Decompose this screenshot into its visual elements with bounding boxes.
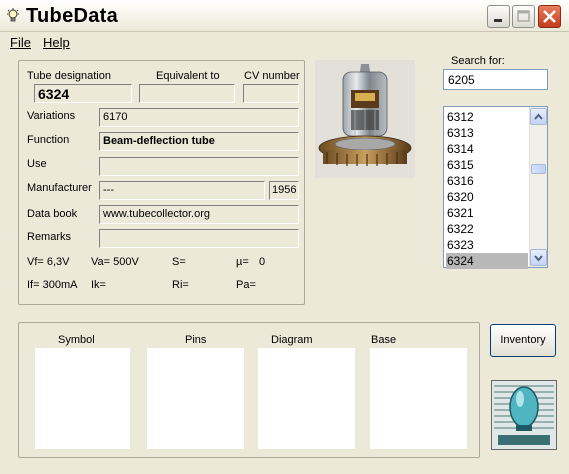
manufacturer-field[interactable]: ---	[99, 181, 265, 200]
equivalent-label: Equivalent to	[156, 70, 220, 82]
function-label: Function	[27, 134, 70, 146]
use-label: Use	[27, 158, 47, 170]
spec-mu-value: 0	[259, 256, 266, 268]
list-scrollbar[interactable]	[529, 107, 547, 267]
scroll-up-button[interactable]	[530, 108, 547, 125]
list-item[interactable]: 6315	[446, 157, 528, 173]
cv-label: CV number	[244, 70, 300, 82]
designation-field[interactable]: 6324	[34, 84, 132, 103]
spec-vf: Vf= 6,3V	[27, 256, 70, 268]
year-field[interactable]: 1956	[269, 181, 299, 200]
spec-if: If= 300mA	[27, 279, 78, 291]
diagram-panel	[258, 348, 355, 449]
close-icon	[543, 10, 556, 23]
list-item[interactable]: 6320	[446, 189, 528, 205]
spec-ik: Ik=	[91, 279, 106, 291]
databook-label: Data book	[27, 208, 78, 220]
scroll-down-button[interactable]	[530, 249, 547, 266]
remarks-field[interactable]	[99, 229, 299, 248]
vacuum-tube-image	[315, 60, 415, 178]
list-item[interactable]: 6313	[446, 125, 528, 141]
databook-field[interactable]: www.tubecollector.org	[99, 205, 299, 224]
close-button[interactable]	[538, 5, 561, 28]
list-item[interactable]: 6314	[446, 141, 528, 157]
list-item[interactable]: 6312	[446, 109, 528, 125]
symbol-panel	[35, 348, 130, 449]
remarks-label: Remarks	[27, 231, 72, 243]
inventory-button[interactable]: Inventory	[490, 324, 556, 357]
cv-number-field[interactable]	[243, 84, 299, 103]
list-item[interactable]: 6316	[446, 173, 528, 189]
list-item[interactable]: 6323	[446, 237, 528, 253]
pins-panel	[147, 348, 244, 449]
manufacturer-label: Manufacturer	[27, 182, 92, 194]
scroll-thumb[interactable]	[531, 164, 546, 174]
variations-label: Variations	[27, 110, 76, 122]
function-field[interactable]: Beam-deflection tube	[99, 132, 299, 151]
variations-field[interactable]: 6170	[99, 108, 299, 127]
search-label: Search for:	[451, 55, 505, 67]
tube-photo	[315, 60, 415, 178]
title-bar: TubeData	[0, 0, 569, 32]
diagram-label: Diagram	[271, 334, 313, 346]
spec-va: Va= 500V	[91, 256, 139, 268]
minimize-icon	[494, 19, 502, 22]
list-item[interactable]: 6322	[446, 221, 528, 237]
use-field[interactable]	[99, 157, 299, 176]
maximize-icon	[517, 10, 530, 22]
spec-pa: Pa=	[236, 279, 256, 291]
app-logo	[491, 380, 557, 450]
menu-file[interactable]: File	[10, 35, 31, 50]
lightbulb-icon	[7, 8, 19, 22]
menu-help[interactable]: Help	[43, 35, 70, 50]
chevron-down-icon	[534, 255, 543, 262]
tube-listbox[interactable]: 6312 6313 6314 6315 6316 6320 6321 6322 6323 6324	[443, 106, 548, 269]
list-item[interactable]: 6324	[446, 253, 528, 269]
search-input[interactable]: 6205	[443, 69, 548, 90]
designation-label: Tube designation	[27, 70, 111, 82]
symbol-label: Symbol	[58, 334, 95, 346]
tube-logo-icon	[492, 381, 556, 449]
list-item[interactable]: 6321	[446, 205, 528, 221]
spec-s: S=	[172, 256, 186, 268]
chevron-up-icon	[534, 113, 543, 120]
spec-ri: Ri=	[172, 279, 189, 291]
menu-bar: File Help	[0, 32, 569, 52]
maximize-button[interactable]	[512, 5, 535, 28]
spec-mu: µ=	[236, 256, 249, 268]
base-panel	[370, 348, 467, 449]
window-title: TubeData	[26, 5, 119, 27]
minimize-button[interactable]	[487, 5, 510, 28]
equivalent-field[interactable]	[139, 84, 235, 103]
base-label: Base	[371, 334, 397, 346]
pins-label: Pins	[185, 334, 207, 346]
